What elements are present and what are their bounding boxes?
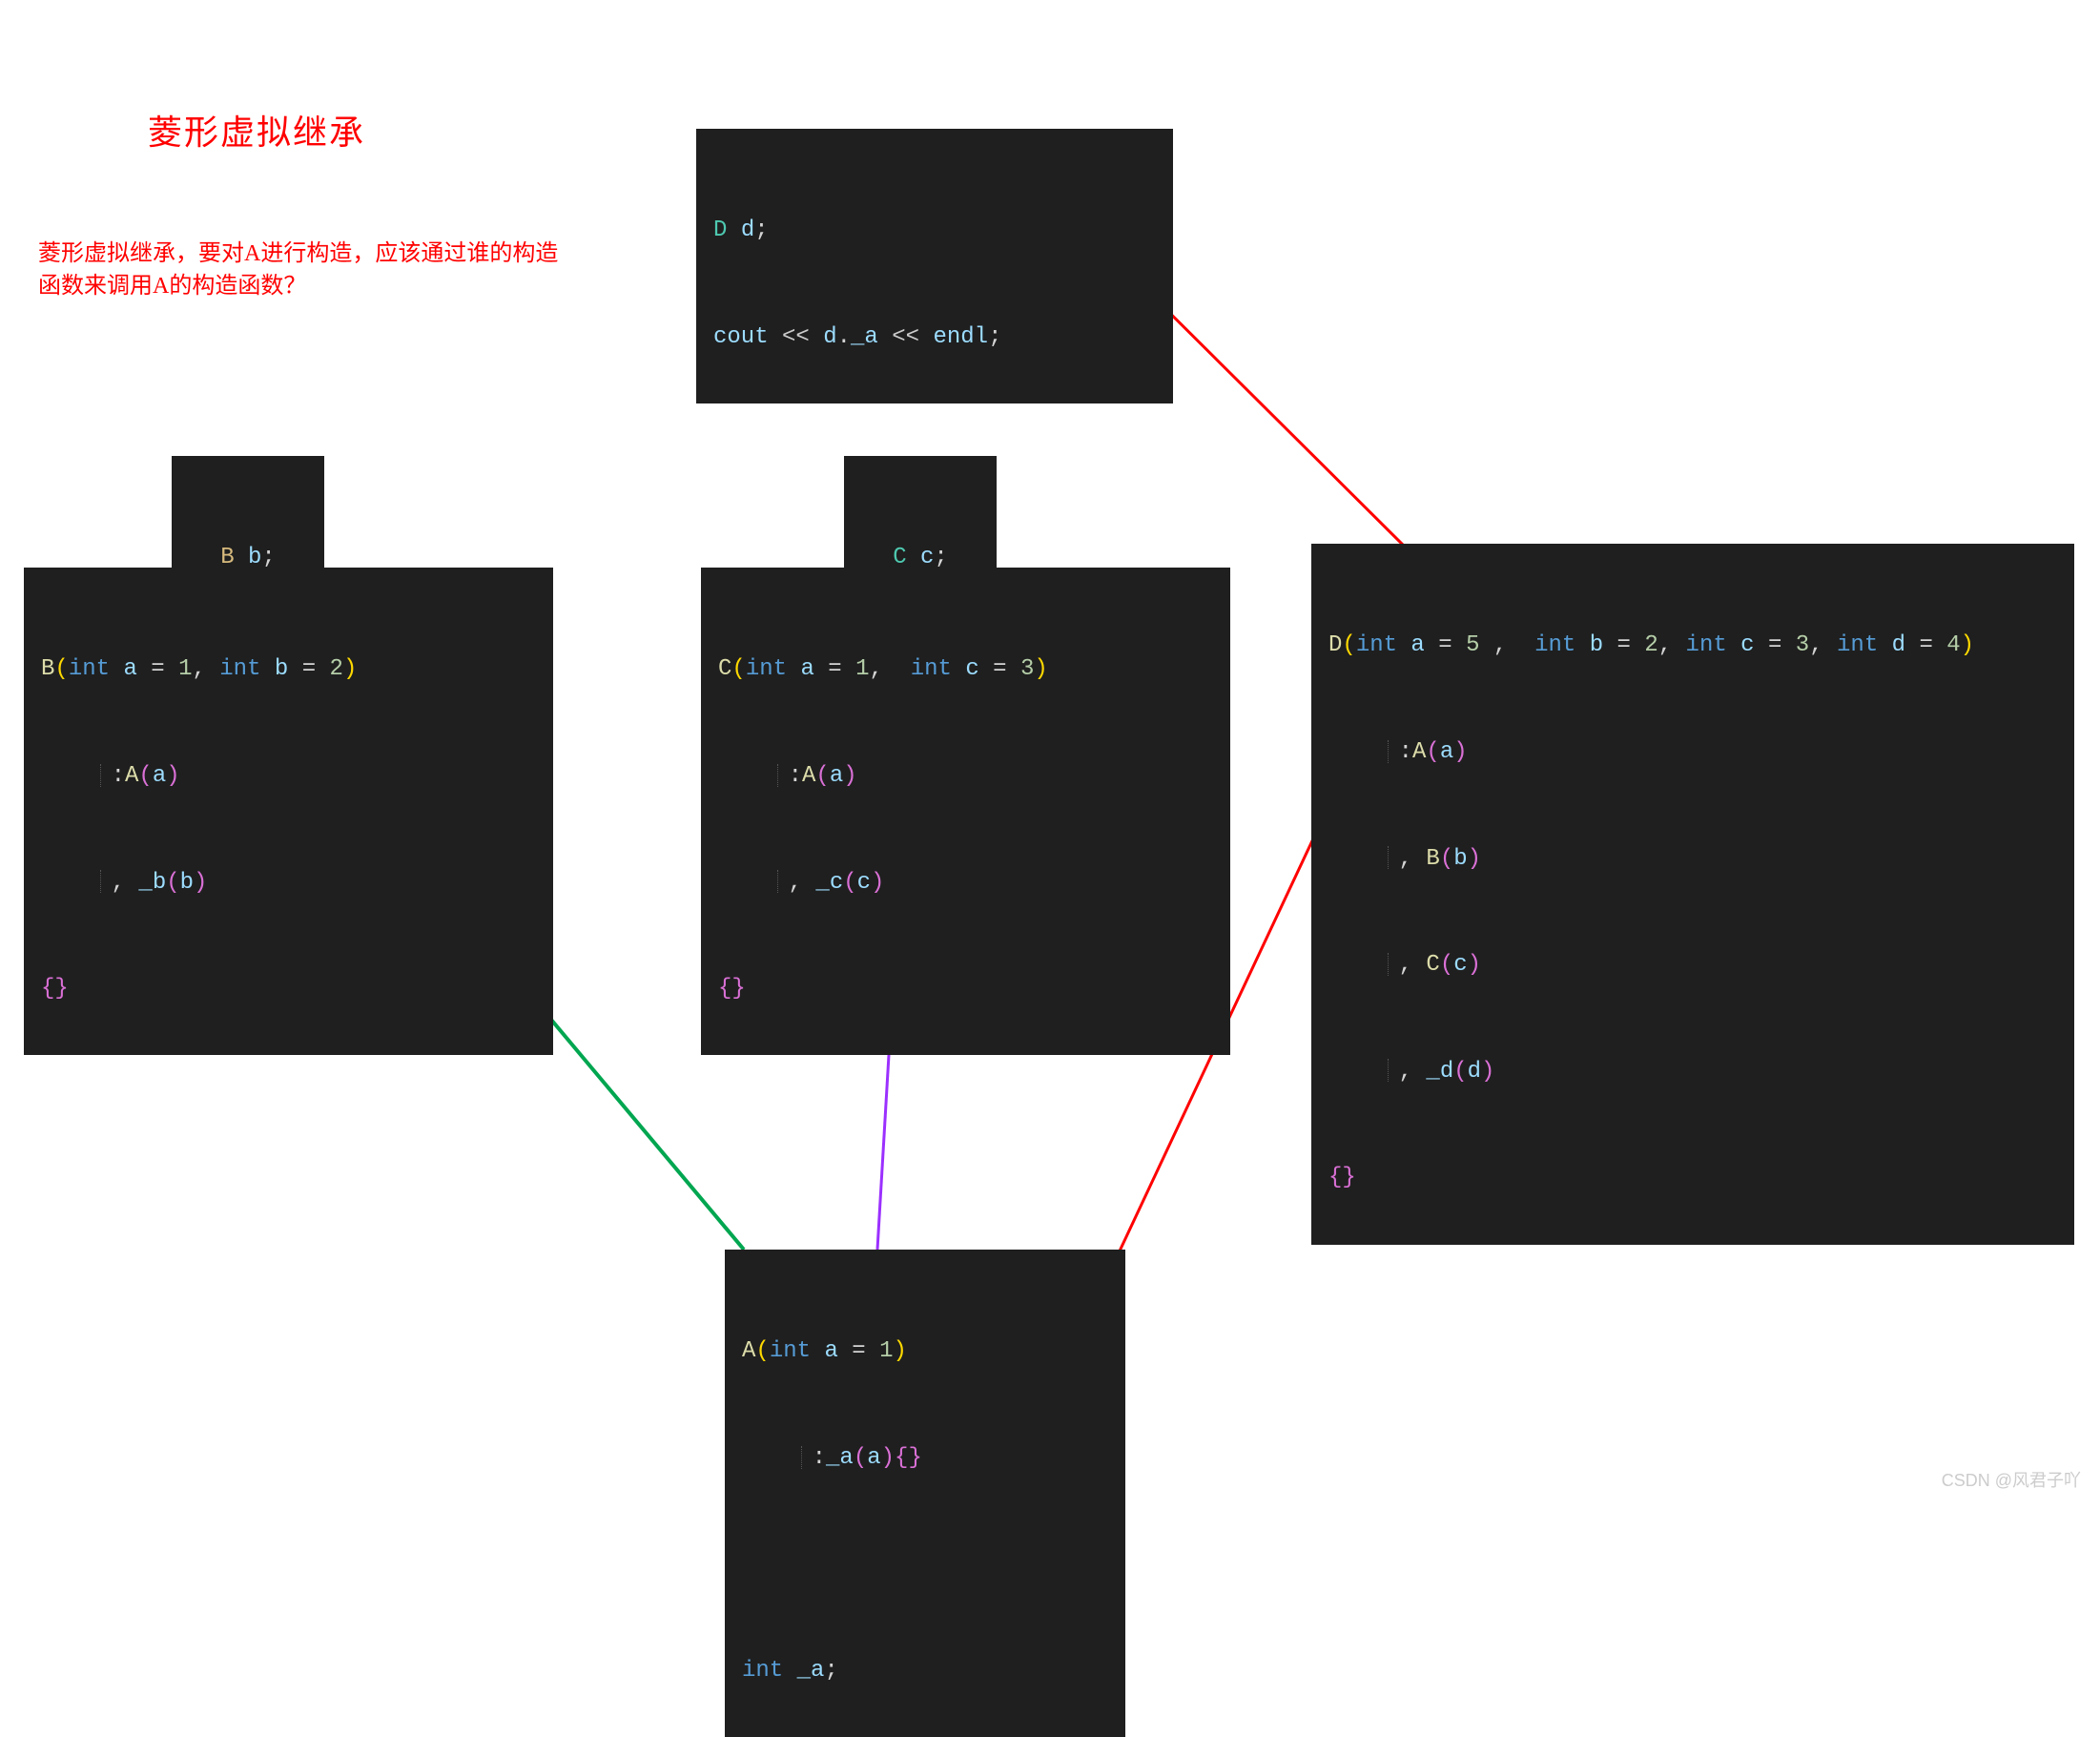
- code-D-ctor: D(int a = 5 , int b = 2, int c = 3, int …: [1311, 544, 2074, 1245]
- indent-guide: [1388, 740, 1390, 763]
- watermark: CSDN @风君子吖: [1942, 1467, 2081, 1492]
- line-A-init: :_a(a){}: [742, 1440, 1108, 1476]
- diagram-question: 菱形虚拟继承，要对A进行构造，应该通过谁的构造 函数来调用A的构造函数？: [38, 238, 558, 302]
- indent-guide: [777, 764, 779, 787]
- line-B-initA: :A(a): [41, 758, 536, 794]
- indent-guide: [1388, 953, 1390, 976]
- line-D-initB: , B(b): [1328, 841, 2057, 877]
- indent-guide: [777, 870, 779, 893]
- line-D-initC: , C(c): [1328, 947, 2057, 982]
- code-d-usage: D d; cout << d._a << endl;: [696, 129, 1173, 403]
- indent-guide: [100, 764, 102, 787]
- line-A-member: int _a;: [742, 1653, 1108, 1688]
- line-D-initd: , _d(d): [1328, 1054, 2057, 1089]
- line-Dd: D d;: [713, 213, 1156, 248]
- line-D-body: {}: [1328, 1160, 2057, 1195]
- line-C-initA: :A(a): [718, 758, 1213, 794]
- line-B-body: {}: [41, 971, 536, 1006]
- line-B-sig: B(int a = 1, int b = 2): [41, 651, 536, 687]
- line-D-sig: D(int a = 5 , int b = 2, int c = 3, int …: [1328, 628, 2057, 663]
- line-C-body: {}: [718, 971, 1213, 1006]
- line-B-initb: , _b(b): [41, 865, 536, 900]
- indent-guide: [100, 870, 102, 893]
- indent-guide: [1388, 846, 1390, 869]
- code-C-ctor: C(int a = 1, int c = 3) :A(a) , _c(c) {}: [701, 568, 1230, 1055]
- diagram-title: 菱形虚拟继承: [148, 105, 365, 155]
- code-B-ctor: B(int a = 1, int b = 2) :A(a) , _b(b) {}: [24, 568, 553, 1055]
- line-cout: cout << d._a << endl;: [713, 320, 1156, 355]
- line-C-initc: , _c(c): [718, 865, 1213, 900]
- code-A-class: A(int a = 1) :_a(a){} int _a;: [725, 1250, 1125, 1737]
- question-line1: 菱形虚拟继承，要对A进行构造，应该通过谁的构造: [38, 241, 558, 266]
- line-C-sig: C(int a = 1, int c = 3): [718, 651, 1213, 687]
- question-line2: 函数来调用A的构造函数？: [38, 274, 306, 299]
- line-A-blank: [742, 1547, 1108, 1582]
- line-A-ctor: A(int a = 1): [742, 1334, 1108, 1369]
- indent-guide: [1388, 1059, 1390, 1082]
- indent-guide: [801, 1446, 803, 1469]
- line-D-initA: :A(a): [1328, 734, 2057, 770]
